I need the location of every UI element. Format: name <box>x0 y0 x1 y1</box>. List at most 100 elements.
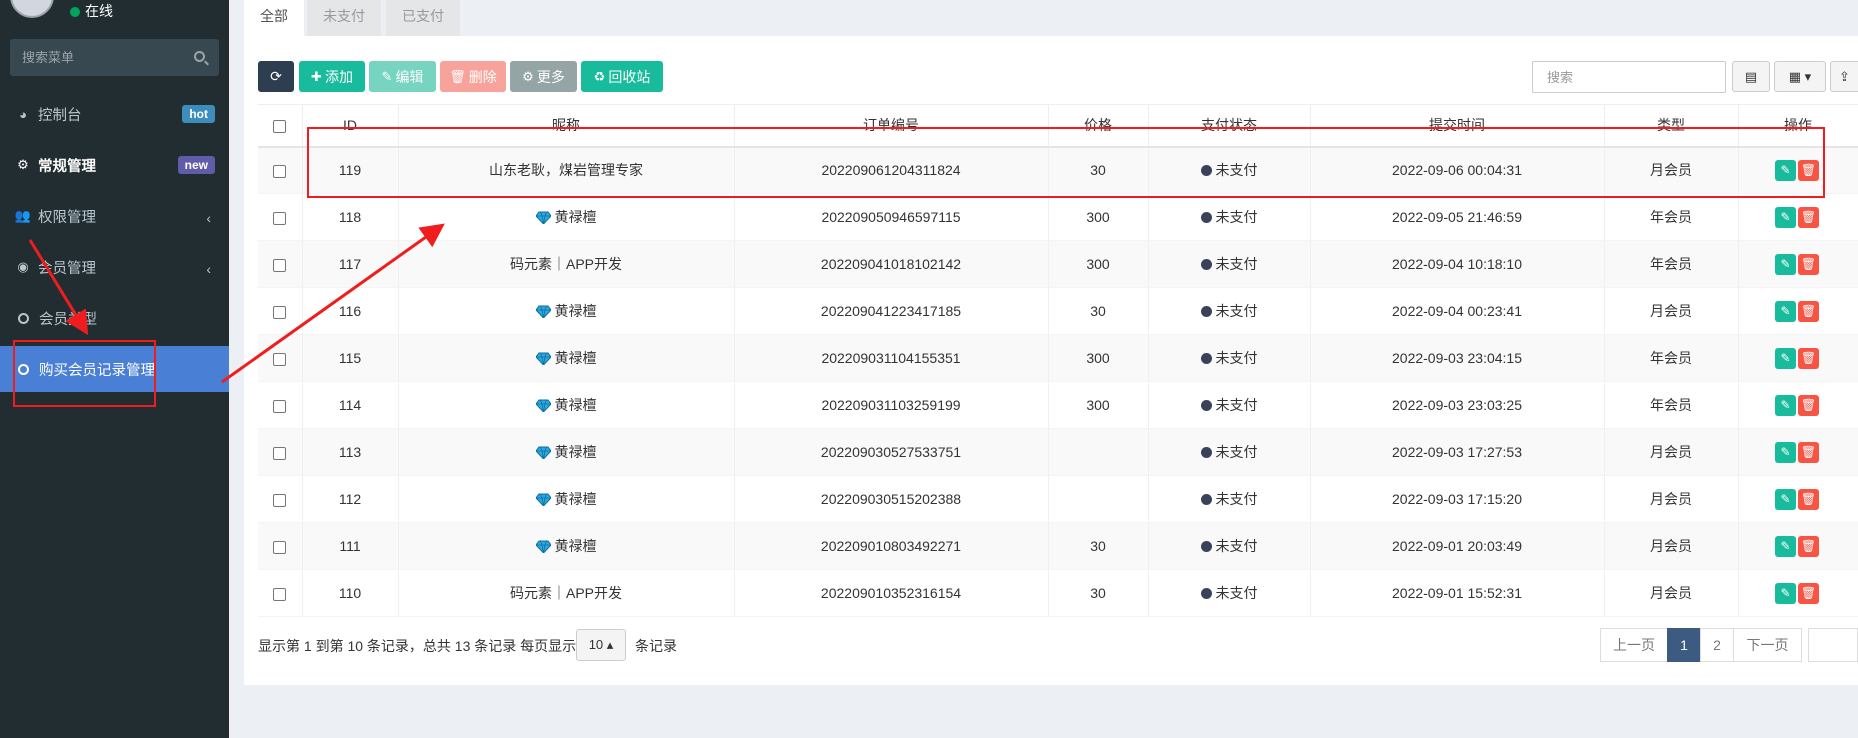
row-checkbox[interactable] <box>273 211 287 225</box>
submit-time-cell: 2022-09-03 23:03:25 <box>1310 381 1605 429</box>
tab-paid[interactable]: 已支付 <box>386 0 460 36</box>
page-1-button[interactable]: 1 <box>1667 628 1701 662</box>
table-row[interactable]: 115 黄禄檀 202209031104155351 300 未支付 2022-09-03… <box>258 334 1858 382</box>
table-row[interactable]: 113 黄禄檀 202209030527533751 未支付 2022-09-03 17… <box>258 428 1858 476</box>
nickname-text: 黄禄檀 <box>554 303 597 319</box>
order-number-cell: 202209010803492271 <box>734 522 1049 570</box>
more-button[interactable]: ⚙ 更多 <box>510 61 577 92</box>
add-button[interactable]: ✚ 添加 <box>299 61 365 92</box>
sidebar-item-member-types[interactable]: 会员类型 <box>0 295 229 341</box>
row-edit-button[interactable]: ✎ <box>1775 582 1796 604</box>
row-checkbox[interactable] <box>273 352 287 366</box>
row-checkbox[interactable] <box>273 446 287 460</box>
row-edit-button[interactable]: ✎ <box>1775 394 1796 416</box>
table-row[interactable]: 114 黄禄檀 202209031103259199 300 未支付 2022-09-03… <box>258 381 1858 429</box>
users-icon: 👥 <box>14 208 32 223</box>
diamond-icon <box>535 305 551 318</box>
sidebar-item-permissions[interactable]: 👥 权限管理 ‹ <box>0 193 229 239</box>
payment-status-cell: 未支付 <box>1148 381 1311 429</box>
edit-button[interactable]: ✎ 编辑 <box>369 61 436 92</box>
list-icon: ▤ <box>1744 68 1758 84</box>
delete-label: 删除 <box>468 68 497 85</box>
plus-icon: ✚ <box>311 68 322 84</box>
payment-status-text: 未支付 <box>1215 491 1258 507</box>
submit-time-cell: 2022-09-04 00:23:41 <box>1310 287 1605 335</box>
pencil-icon: ✎ <box>381 68 393 84</box>
row-checkbox[interactable] <box>273 258 287 272</box>
submit-time-cell: 2022-09-03 17:15:20 <box>1310 475 1605 523</box>
row-edit-button[interactable]: ✎ <box>1775 535 1796 557</box>
sidebar-item-label: 常规管理 <box>38 158 96 175</box>
row-delete-button[interactable]: 🗑 <box>1798 488 1819 510</box>
tab-unpaid[interactable]: 未支付 <box>307 0 381 36</box>
next-page-button[interactable]: 下一页 <box>1733 628 1802 662</box>
columns-button[interactable]: ▦ ▾ <box>1774 61 1826 92</box>
avatar[interactable] <box>10 0 54 18</box>
edit-label: 编辑 <box>395 68 424 85</box>
payment-status-text: 未支付 <box>1215 350 1258 366</box>
table-search-input[interactable] <box>1532 61 1726 93</box>
row-checkbox[interactable] <box>273 493 287 507</box>
cogs-icon: ⚙ <box>17 157 29 172</box>
more-label: 更多 <box>536 68 565 85</box>
row-delete-button[interactable]: 🗑 <box>1798 206 1819 228</box>
refresh-button[interactable]: ⟳ <box>258 61 294 92</box>
prev-page-button[interactable]: 上一页 <box>1600 628 1668 662</box>
page-size-value: 10 <box>588 637 604 652</box>
order-number-cell: 202209030527533751 <box>734 428 1049 476</box>
table-row[interactable]: 112 黄禄檀 202209030515202388 未支付 2022-09-03 17… <box>258 475 1858 523</box>
table-row[interactable]: 111 黄禄檀 202209010803492271 30 未支付 2022-09-01 … <box>258 522 1858 570</box>
select-all-checkbox[interactable] <box>273 120 287 134</box>
member-type-cell: 月会员 <box>1604 569 1739 617</box>
sidebar-search-input[interactable] <box>10 39 180 76</box>
row-delete-button[interactable]: 🗑 <box>1798 535 1819 557</box>
row-delete-button[interactable]: 🗑 <box>1798 582 1819 604</box>
row-select-cell <box>258 569 303 617</box>
add-label: 添加 <box>324 68 353 85</box>
row-select-cell <box>258 287 303 335</box>
row-checkbox[interactable] <box>273 540 287 554</box>
row-checkbox[interactable] <box>273 305 287 319</box>
row-edit-button[interactable]: ✎ <box>1775 300 1796 322</box>
search-icon[interactable] <box>194 51 205 62</box>
recycle-bin-button[interactable]: ♻ 回收站 <box>581 61 663 92</box>
table-row[interactable]: 118 黄禄檀 202209050946597115 300 未支付 2022-09-05… <box>258 193 1858 241</box>
operations-cell: ✎ 🗑 <box>1738 428 1858 476</box>
row-delete-button[interactable]: 🗑 <box>1798 253 1819 275</box>
payment-status-cell: 未支付 <box>1148 569 1311 617</box>
row-checkbox[interactable] <box>273 165 287 179</box>
operations-cell: ✎ 🗑 <box>1738 193 1858 241</box>
table-row[interactable]: 110 码元素｜APP开发 202209010352316154 30 未支付 2022-… <box>258 569 1858 617</box>
row-edit-button[interactable]: ✎ <box>1775 253 1796 275</box>
toggle-view-button[interactable]: ▤ <box>1732 61 1770 92</box>
order-number-cell: 202209050946597115 <box>734 193 1049 241</box>
row-checkbox[interactable] <box>273 587 287 601</box>
row-checkbox[interactable] <box>273 399 287 413</box>
member-type-cell: 年会员 <box>1604 240 1739 288</box>
delete-button[interactable]: 🗑 删除 <box>440 61 506 92</box>
tab-all[interactable]: 全部 <box>244 0 304 36</box>
export-button[interactable]: ⇪ <box>1830 61 1858 92</box>
page-2-button[interactable]: 2 <box>1700 628 1734 662</box>
sidebar-item-dashboard[interactable]: ◕ 控制台 hot <box>0 91 229 137</box>
table-row[interactable]: 116 黄禄檀 202209041223417185 30 未支付 2022-09-04 … <box>258 287 1858 335</box>
table-row[interactable]: 117 码元素｜APP开发 202209041018102142 300 未支付 2022… <box>258 240 1858 288</box>
row-edit-button[interactable]: ✎ <box>1775 488 1796 510</box>
page-size-select[interactable]: 10 ▴ <box>576 629 626 661</box>
sidebar-item-general[interactable]: ⚙ 常规管理 new <box>0 142 229 188</box>
diamond-icon <box>535 211 551 224</box>
order-number-cell: 202209030515202388 <box>734 475 1049 523</box>
jump-page-input[interactable] <box>1808 628 1858 662</box>
sidebar-item-members[interactable]: ◉ 会员管理 ‹ <box>0 244 229 290</box>
row-edit-button[interactable]: ✎ <box>1775 206 1796 228</box>
row-delete-button[interactable]: 🗑 <box>1798 347 1819 369</box>
price-cell: 300 <box>1048 334 1149 382</box>
payment-status-cell: 未支付 <box>1148 475 1311 523</box>
row-delete-button[interactable]: 🗑 <box>1798 394 1819 416</box>
row-edit-button[interactable]: ✎ <box>1775 347 1796 369</box>
row-delete-button[interactable]: 🗑 <box>1798 300 1819 322</box>
row-select-cell <box>258 475 303 523</box>
status-dot-icon <box>1200 212 1212 223</box>
row-edit-button[interactable]: ✎ <box>1775 441 1796 463</box>
row-delete-button[interactable]: 🗑 <box>1798 441 1819 463</box>
